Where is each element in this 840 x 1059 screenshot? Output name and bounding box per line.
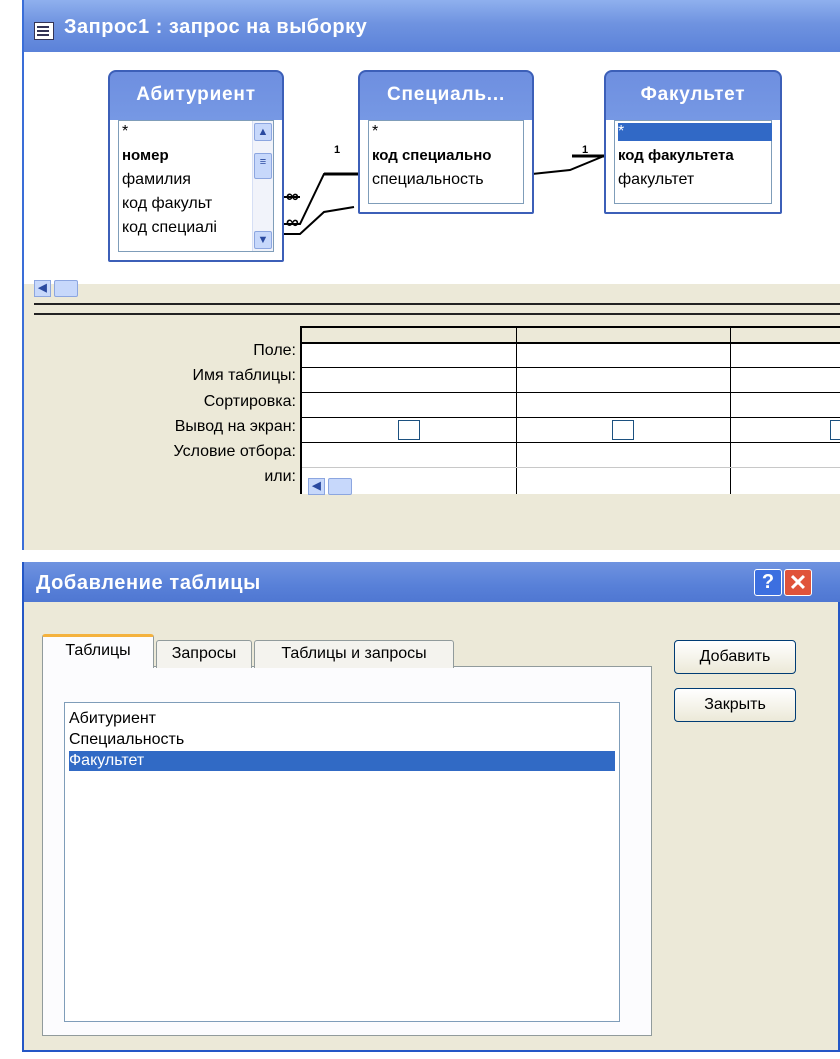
scroll-up-icon[interactable]: ▲ [254,123,272,141]
dialog-title-bar[interactable]: Добавление таблицы ? ✕ [24,562,840,602]
grid-row-divider [302,442,840,443]
grid-row-label: Поле: [253,342,296,359]
table-list[interactable]: Абитуриент Специальность Факультет [64,702,620,1022]
field-list-body: * код специально специальность [368,120,524,204]
add-table-dialog: Добавление таблицы ? ✕ Таблицы Запросы Т… [22,562,840,1052]
field-list-scrollbar[interactable]: ▲ ≡ ▼ [252,121,273,251]
query-window-title: Запрос1 : запрос на выборку [64,16,368,38]
show-checkbox[interactable] [612,420,634,440]
relation-one-label: 1 [582,144,589,156]
field-list-body: * номер фамилия код факульт код специалі… [118,120,274,252]
show-checkbox[interactable] [398,420,420,440]
field-item[interactable]: специальность [372,171,484,189]
scroll-thumb[interactable] [328,478,352,495]
pane-splitter[interactable] [34,303,840,315]
field-item[interactable]: фамилия [122,171,191,189]
grid-row-divider [302,367,840,368]
table-pane-scrollbar[interactable]: ◀ [34,280,134,297]
grid-column-divider [516,328,517,494]
list-item[interactable]: Абитуриент [69,709,615,729]
close-icon[interactable]: ✕ [784,569,812,596]
field-item[interactable]: код специально [372,147,522,164]
grid-column-selectors[interactable] [302,328,840,344]
field-list-title: Специаль... [386,84,506,105]
query-window-icon [34,22,54,40]
field-item[interactable]: * [372,123,378,141]
table-pane: 1 1 ∞ ∞ Абитуриент * номер фамилия код ф… [24,52,840,284]
query-design-grid[interactable]: ◀ [300,326,840,495]
grid-row-label: или: [264,468,296,485]
grid-row-divider [302,467,840,468]
grid-row-label: Сортировка: [203,393,296,410]
field-item[interactable]: код факульт [122,195,254,213]
grid-row-label: Имя таблицы: [192,367,296,384]
show-checkbox[interactable] [830,420,840,440]
help-button[interactable]: ? [754,569,782,596]
add-button[interactable]: Добавить [674,640,796,674]
relation-many-label: ∞ [286,186,299,206]
field-item[interactable]: номер [122,147,169,164]
scroll-down-icon[interactable]: ▼ [254,231,272,249]
scroll-thumb[interactable] [54,280,78,297]
field-list-fakultet[interactable]: Факультет * код факультета факультет [604,70,782,214]
field-list-title: Факультет [640,84,746,105]
field-item[interactable]: факультет [618,171,694,189]
tab-tables-and-queries[interactable]: Таблицы и запросы [254,640,454,668]
query-title-bar[interactable]: Запрос1 : запрос на выборку [24,0,840,52]
field-item[interactable]: * [122,123,128,141]
scroll-left-icon[interactable]: ◀ [34,280,51,297]
list-item[interactable]: Факультет [69,751,615,771]
dialog-title: Добавление таблицы [36,572,261,594]
grid-column-divider [730,328,731,494]
field-list-body: * код факультета факультет [614,120,772,204]
tab-queries[interactable]: Запросы [156,640,252,668]
relation-many-label: ∞ [286,212,299,232]
grid-row-label: Вывод на экран: [174,418,296,435]
field-list-specialnost[interactable]: Специаль... * код специально специальнос… [358,70,534,214]
close-button[interactable]: Закрыть [674,688,796,722]
grid-row-divider [302,392,840,393]
tab-tables[interactable]: Таблицы [42,634,154,668]
field-list-abiturient[interactable]: Абитуриент * номер фамилия код факульт к… [108,70,284,262]
query-window: Запрос1 : запрос на выборку 1 1 ∞ ∞ Абит… [22,0,840,550]
relation-one-label: 1 [334,144,341,156]
field-item[interactable]: * [618,123,772,141]
grid-row-label: Условие отбора: [173,443,296,460]
scroll-left-icon[interactable]: ◀ [308,478,325,495]
scroll-thumb[interactable]: ≡ [254,153,272,179]
field-list-title: Абитуриент [136,84,256,105]
field-item[interactable]: код специалі [122,219,254,237]
grid-row-divider [302,417,840,418]
list-item[interactable]: Специальность [69,730,615,750]
field-item[interactable]: код факультета [618,147,772,164]
